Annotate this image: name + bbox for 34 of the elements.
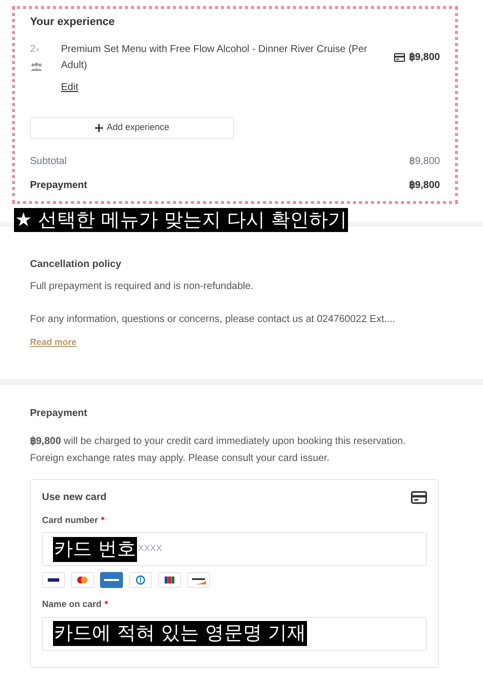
add-experience-button[interactable]: Add experience [30, 116, 234, 138]
input-field[interactable]: 카드에 적혀 있는 영문명 기재 [42, 616, 427, 650]
annotation-label: 카드 번호 [53, 536, 138, 562]
policy-text: For any information, questions or concerns, please contact us at 024760022 Ext.... [30, 312, 396, 326]
card-panel-title: Use new card [42, 490, 106, 504]
subtotal-label: Subtotal [30, 154, 67, 168]
prepayment-description: ฿9,800 will be charged to your credit card immediately upon booking this reservation. Foreign exchange rates may apply. Please consult your card issuer. [30, 434, 407, 466]
item-price: ฿9,800 [408, 51, 440, 65]
prepayment-label: Prepayment [30, 178, 88, 192]
required-mark: * [101, 514, 105, 526]
amex-logo-icon [100, 572, 123, 588]
item-name: Premium Set Menu with Free Flow Alcohol - Dinner River Cruise (Per Adult) [61, 42, 368, 72]
annotation-label: ★ 선택한 메뉴가 맞는지 다시 확인하기 [14, 208, 348, 232]
credit-card-icon [411, 490, 427, 504]
card-number-input[interactable]: XXXX [138, 542, 426, 556]
subtotal-value: ฿9,800 [408, 154, 440, 168]
visa-logo-icon [42, 572, 65, 588]
people-icon [30, 62, 43, 72]
field-label: Card number [42, 514, 98, 526]
diners-logo-icon [129, 572, 152, 588]
section-title: Cancellation policy [30, 258, 122, 272]
jcb-logo-icon [158, 572, 181, 588]
mastercard-logo-icon [71, 572, 94, 588]
credit-card-icon [394, 53, 405, 62]
field-label: Name on card [42, 598, 102, 611]
section-title: Your experience [30, 15, 116, 30]
section-title: Prepayment [30, 406, 88, 420]
prepayment-value: ฿9,800 [408, 178, 440, 192]
required-mark: * [104, 598, 108, 611]
edit-link[interactable]: Edit [61, 80, 78, 94]
annotation-label: 카드에 적혀 있는 영문명 기재 [53, 621, 308, 646]
plus-icon [94, 124, 103, 132]
policy-text: Full prepayment is required and is non-refundable. [30, 280, 254, 294]
discover-logo-icon [187, 572, 210, 588]
